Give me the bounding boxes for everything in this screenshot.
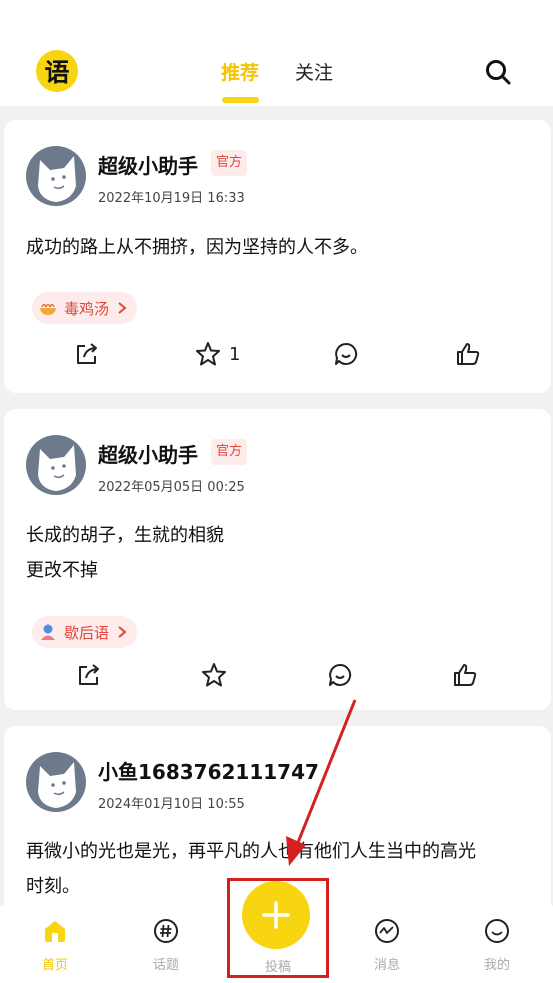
chevron-right-icon xyxy=(118,626,127,638)
post-timestamp: 2022年05月05日 00:25 xyxy=(98,480,245,495)
thumbs-up-icon xyxy=(454,664,477,686)
nav-label: 消息 xyxy=(373,958,400,973)
post-content: 长成的胡子，生就的相貌 更改不掉 xyxy=(26,518,224,588)
share-button[interactable] xyxy=(76,660,102,690)
author-name[interactable]: 超级小助手 xyxy=(98,439,198,468)
star-icon xyxy=(196,342,220,366)
tag-label: 歇后语 xyxy=(64,623,110,642)
topic-tag[interactable]: 歇后语 xyxy=(32,616,138,648)
author-name[interactable]: 小鱼1683762111747 xyxy=(98,756,319,785)
share-icon xyxy=(79,664,99,685)
avatar[interactable] xyxy=(26,752,86,812)
top-bar: 语 推荐 关注 xyxy=(0,0,553,106)
home-icon xyxy=(45,921,65,942)
comment-button[interactable] xyxy=(327,660,353,690)
favorite-button[interactable]: 1 xyxy=(195,339,240,369)
nav-label: 首页 xyxy=(41,958,68,973)
official-badge: 官方 xyxy=(211,150,248,176)
content-line: 更改不掉 xyxy=(26,560,98,581)
person-icon xyxy=(41,624,55,640)
cat-avatar-icon xyxy=(38,445,76,491)
app-logo: 语 xyxy=(36,50,78,92)
cat-avatar-icon xyxy=(38,762,76,808)
activity-icon xyxy=(375,919,399,943)
post-timestamp: 2024年01月10日 10:55 xyxy=(98,797,245,812)
comment-icon xyxy=(335,342,358,365)
active-tab-indicator xyxy=(222,97,259,103)
tag-label: 毒鸡汤 xyxy=(64,299,110,318)
search-icon[interactable] xyxy=(484,58,512,86)
nav-label: 话题 xyxy=(152,958,179,973)
cat-avatar-icon xyxy=(38,156,76,202)
nav-home[interactable]: 首页 xyxy=(25,918,85,973)
tab-follow[interactable]: 关注 xyxy=(295,58,333,85)
smile-icon xyxy=(485,919,509,943)
like-button[interactable] xyxy=(452,660,478,690)
favorite-count: 1 xyxy=(229,343,241,365)
like-button[interactable] xyxy=(455,339,481,369)
nav-profile[interactable]: 我的 xyxy=(467,918,527,973)
topic-tag[interactable]: 毒鸡汤 xyxy=(32,292,138,324)
chevron-right-icon xyxy=(118,302,127,314)
post-actions xyxy=(4,660,551,690)
favorite-button[interactable] xyxy=(201,660,227,690)
share-button[interactable] xyxy=(74,339,100,369)
content-line: 成功的路上从不拥挤，因为坚持的人不多。 xyxy=(26,237,368,258)
hashtag-icon xyxy=(154,919,178,943)
post-actions: 1 xyxy=(4,339,551,369)
star-icon xyxy=(202,663,226,687)
post-card[interactable]: 超级小助手 官方 2022年05月05日 00:25 长成的胡子，生就的相貌 更… xyxy=(4,409,551,710)
content-line: 再微小的光也是光，再平凡的人也有他们人生当中的高光 xyxy=(26,841,476,862)
content-line: 长成的胡子，生就的相貌 xyxy=(26,525,224,546)
post-timestamp: 2022年10月19日 16:33 xyxy=(98,191,245,206)
nav-topics[interactable]: 话题 xyxy=(136,918,196,973)
avatar[interactable] xyxy=(26,146,86,206)
nav-label: 我的 xyxy=(483,958,510,973)
annotation-highlight-box xyxy=(227,878,329,978)
avatar[interactable] xyxy=(26,435,86,495)
nav-messages[interactable]: 消息 xyxy=(357,918,417,973)
official-badge: 官方 xyxy=(211,439,248,465)
post-content: 成功的路上从不拥挤，因为坚持的人不多。 xyxy=(26,230,368,265)
post-card[interactable]: 超级小助手 官方 2022年10月19日 16:33 成功的路上从不拥挤，因为坚… xyxy=(4,120,551,393)
thumbs-up-icon xyxy=(457,343,480,365)
noodle-bowl-icon xyxy=(40,303,56,315)
tab-recommend[interactable]: 推荐 xyxy=(221,58,259,85)
comment-button[interactable] xyxy=(333,339,359,369)
comment-icon xyxy=(329,663,352,686)
share-icon xyxy=(77,343,97,364)
author-name[interactable]: 超级小助手 xyxy=(98,150,198,179)
